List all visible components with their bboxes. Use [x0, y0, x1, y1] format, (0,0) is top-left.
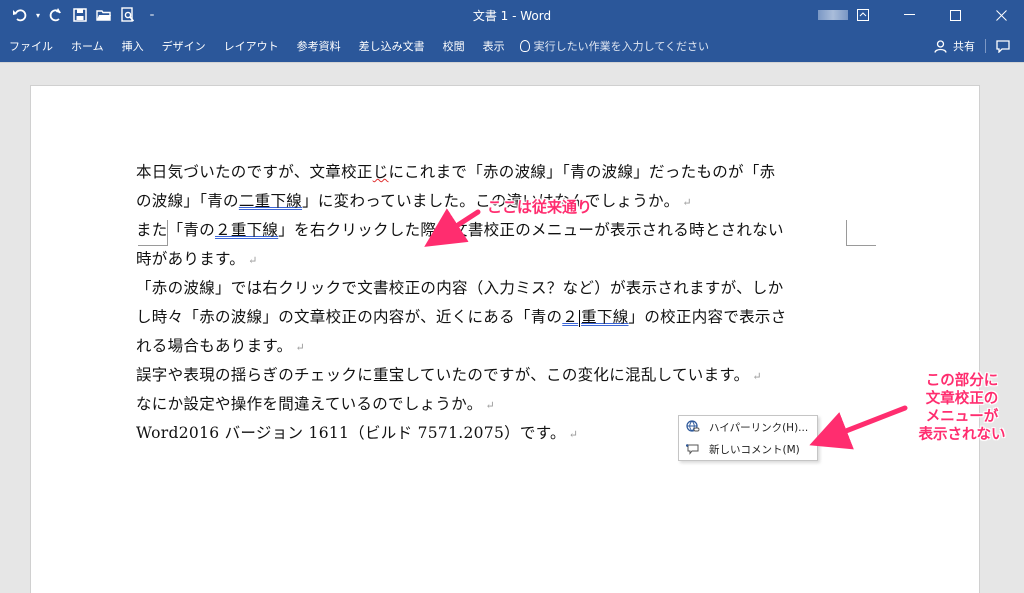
- text-line: れる場合もあります。 ↵: [136, 332, 826, 361]
- text-line: 時があります。 ↵: [136, 245, 826, 274]
- paragraph-mark: ↵: [295, 341, 305, 354]
- tab-home[interactable]: ホーム: [62, 38, 113, 54]
- context-menu: ハイパーリンク(H)... 新しいコメント(M): [678, 415, 818, 461]
- text-run: 誤字や表現の揺らぎのチェックに重宝していたのですが、この変化に: [136, 366, 626, 384]
- grammar-double-underline-text[interactable]: ２: [562, 308, 578, 326]
- divider: [985, 39, 986, 53]
- text-run: 本日気づいたのですが、文章校正: [136, 163, 373, 181]
- text-line: 「赤の波線」では右クリックで文書校正の内容（入力ミス？など）が表示されますが、し…: [136, 274, 826, 303]
- menu-item-label: ハイパーリンク(H)...: [709, 421, 809, 434]
- document-body[interactable]: 本日気づいたのですが、文章校正じにこれまで「赤の波線」「青の波線」だったものが「…: [136, 158, 826, 448]
- text-cursor: [579, 309, 581, 327]
- grammar-double-underline-text[interactable]: 二重下線: [239, 192, 302, 210]
- tell-me-search[interactable]: 実行したい作業を入力してください: [514, 38, 709, 54]
- paragraph-mark: ↵: [248, 254, 258, 267]
- ribbon-display-options-icon[interactable]: [840, 0, 886, 30]
- window-controls: [840, 0, 1024, 30]
- text-run: し時々「赤の波線」の文章校正の内容が、近くにある「青の: [136, 308, 563, 326]
- person-icon: [934, 39, 947, 53]
- margin-corner-mark: [846, 220, 876, 246]
- tab-view[interactable]: 表示: [474, 38, 514, 54]
- text-run: 「赤の波線」では右クリックで文書校正の内容（入力ミス？など）が表示されますが、し…: [136, 279, 784, 297]
- tab-review[interactable]: 校閲: [434, 38, 474, 54]
- tab-references[interactable]: 参考資料: [288, 38, 350, 54]
- text-line: し時々「赤の波線」の文章校正の内容が、近くにある「青の２ 重下線」の校正内容で表示…: [136, 303, 826, 332]
- annotation-line: この部分に: [925, 373, 999, 389]
- close-icon[interactable]: [978, 0, 1024, 30]
- grammar-double-underline-text[interactable]: 重下線: [581, 308, 628, 326]
- ribbon-tab-bar: ファイル ホーム 挿入 デザイン レイアウト 参考資料 差し込み文書 校閲 表示…: [0, 30, 1024, 62]
- text-line: の波線」「青の二重下線」に変わっていました。この違いはなんでしょうか。 ↵: [136, 187, 826, 216]
- share-label: 共有: [953, 40, 975, 53]
- tell-me-placeholder: 実行したい作業を入力してください: [533, 40, 710, 53]
- paragraph-mark: ↵: [485, 399, 496, 412]
- menu-item-new-comment[interactable]: 新しいコメント(M): [679, 438, 817, 460]
- spelling-error-text[interactable]: じ: [373, 163, 389, 181]
- lightbulb-icon: [519, 40, 530, 52]
- annotation-label-top: ここは従来通り: [487, 198, 593, 216]
- maximize-icon[interactable]: [932, 0, 978, 30]
- minimize-icon[interactable]: [886, 0, 932, 30]
- menu-item-label: 新しいコメント(M): [709, 443, 800, 456]
- tab-insert[interactable]: 挿入: [113, 38, 153, 54]
- tab-design[interactable]: デザイン: [153, 38, 215, 54]
- paragraph-mark: ↵: [568, 428, 579, 441]
- text-run: の波線」「青の: [136, 192, 239, 210]
- comments-icon[interactable]: [996, 39, 1010, 53]
- annotation-line: メニューが: [925, 409, 999, 425]
- paragraph-mark: ↵: [752, 370, 762, 383]
- text-run: なにか設定や操作を間違えているのでしょうか。: [136, 395, 483, 413]
- grammar-double-underline-text[interactable]: ２重下線: [215, 221, 278, 239]
- text-run: また「青の: [136, 221, 216, 239]
- annotation-line: 表示されない: [918, 427, 1006, 443]
- text-run: 混乱しています。: [625, 366, 750, 384]
- annotation-label-right: この部分に 文章校正の メニューが 表示されない: [908, 372, 1016, 444]
- text-run: れる場合もあります。: [136, 337, 293, 355]
- text-run: 時があります。: [136, 250, 246, 268]
- text-line: 本日気づいたのですが、文章校正じにこれまで「赤の波線」「青の波線」だったものが「…: [136, 158, 826, 187]
- text-line: 誤字や表現の揺らぎのチェックに重宝していたのですが、この変化に混乱しています。 ↵: [136, 361, 826, 390]
- text-run: 」の校正内容で表示さ: [628, 308, 787, 326]
- tab-file[interactable]: ファイル: [0, 38, 62, 54]
- text-line: また「青の２重下線」を右クリックした際、文書校正のメニューが表示される時とされな…: [136, 216, 826, 245]
- text-run: Word2016 バージョン 1611（ビルド 7571.2075）です。: [136, 424, 566, 442]
- paragraph-mark: ↵: [682, 196, 692, 209]
- tab-layout[interactable]: レイアウト: [215, 38, 288, 54]
- title-bar: ▾ ₌ 文書 1 - Word: [0, 0, 1024, 30]
- text-run: 」を右クリックした際、文書校正のメニューが表示される時とされない: [278, 221, 784, 239]
- hyperlink-globe-icon: [685, 420, 701, 434]
- tab-mailings[interactable]: 差し込み文書: [350, 38, 434, 54]
- annotation-line: 文章校正の: [925, 391, 999, 407]
- share-button[interactable]: 共有: [934, 38, 1010, 54]
- menu-item-hyperlink[interactable]: ハイパーリンク(H)...: [679, 416, 817, 438]
- new-comment-icon: [685, 442, 701, 456]
- text-run: にこれまで「赤の波線」「青の波線」だったものが「赤: [388, 163, 776, 181]
